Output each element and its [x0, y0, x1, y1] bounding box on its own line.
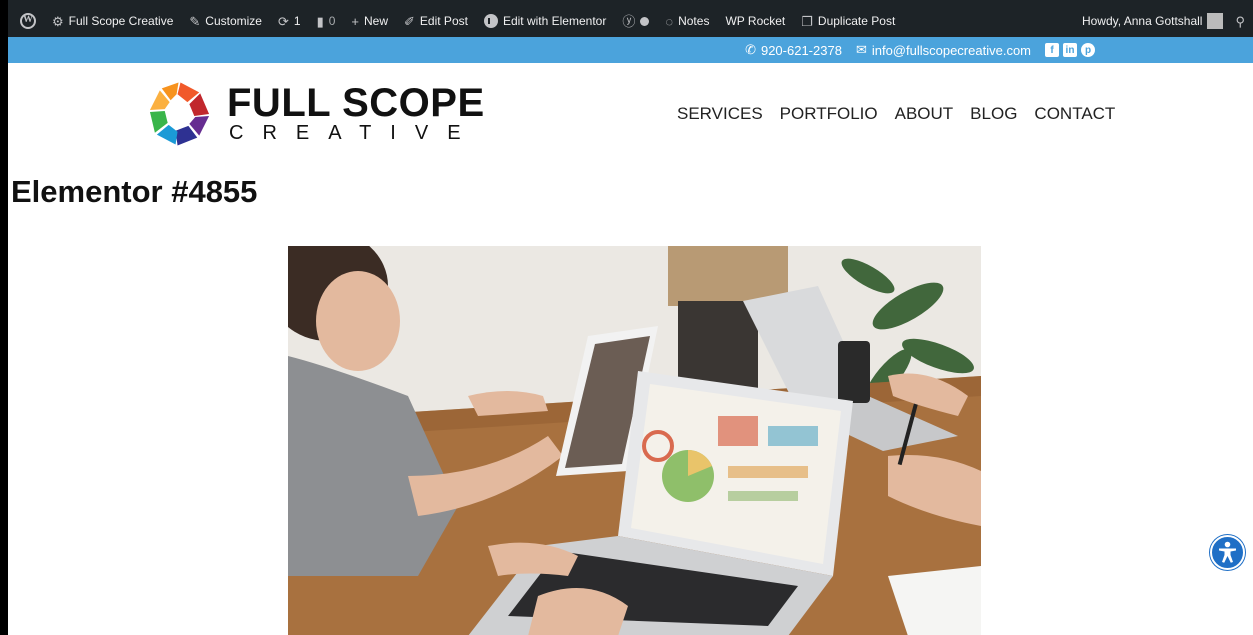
wp-rocket-label: WP Rocket	[725, 14, 786, 28]
wp-rocket-menu[interactable]: WP Rocket	[717, 0, 793, 42]
plus-icon: +	[351, 13, 359, 29]
yoast-menu[interactable]: ⓨ	[614, 0, 657, 42]
social-links: f in p	[1045, 43, 1095, 57]
main-nav: SERVICES PORTFOLIO ABOUT BLOG CONTACT	[677, 104, 1115, 124]
edit-elementor-label: Edit with Elementor	[502, 14, 607, 28]
duplicate-post-link[interactable]: ❐ Duplicate Post	[793, 0, 903, 42]
my-account-menu[interactable]: Howdy, Anna Gottshall	[1074, 0, 1232, 42]
nav-blog[interactable]: BLOG	[970, 104, 1017, 124]
nav-portfolio[interactable]: PORTFOLIO	[780, 104, 878, 124]
admin-search-button[interactable]: ⚲	[1231, 0, 1249, 42]
wordpress-icon	[20, 13, 36, 29]
browser-viewport: ⚙ Full Scope Creative ✎ Customize ⟳ 1 ▮ …	[8, 0, 1253, 635]
elementor-icon	[483, 14, 498, 28]
duplicate-icon: ❐	[801, 13, 813, 29]
linkedin-icon[interactable]: in	[1063, 43, 1077, 57]
nav-about[interactable]: ABOUT	[895, 104, 954, 124]
envelope-icon: ✉	[855, 42, 867, 57]
howdy-label: Howdy, Anna Gottshall	[1081, 14, 1203, 28]
new-content-menu[interactable]: + New	[343, 0, 396, 42]
edit-post-label: Edit Post	[419, 14, 468, 28]
wp-admin-bar: ⚙ Full Scope Creative ✎ Customize ⟳ 1 ▮ …	[8, 0, 1253, 42]
phone-number: 920-621-2378	[760, 42, 842, 58]
search-icon: ⚲	[1235, 13, 1245, 29]
page-title: Elementor #4855	[11, 174, 258, 209]
pinterest-icon[interactable]: p	[1081, 43, 1095, 57]
duplicate-post-label: Duplicate Post	[817, 14, 896, 28]
customize-label: Customize	[205, 14, 262, 28]
avatar	[1207, 13, 1224, 29]
facebook-icon[interactable]: f	[1045, 43, 1059, 57]
edit-post-link[interactable]: ✐ Edit Post	[396, 0, 476, 42]
refresh-icon: ⟳	[277, 13, 289, 29]
seo-status-dot-icon	[640, 16, 650, 26]
comments-link[interactable]: ▮ 0	[309, 0, 344, 42]
notes-label: Notes	[678, 14, 710, 28]
contact-bar: ✆ 920-621-2378 ✉ info@fullscopecreative.…	[8, 37, 1253, 63]
palette-icon: ⚙	[52, 13, 64, 29]
accessibility-icon	[1219, 541, 1236, 563]
edit-with-elementor-link[interactable]: Edit with Elementor	[476, 0, 614, 42]
pencil-icon: ✐	[404, 13, 415, 29]
logo-line-2: CREATIVE	[229, 122, 480, 144]
site-name-menu[interactable]: ⚙ Full Scope Creative	[44, 0, 181, 42]
logo-line-1: FULL SCOPE	[227, 81, 485, 125]
updates-link[interactable]: ⟳ 1	[270, 0, 309, 42]
wp-logo-menu[interactable]	[12, 0, 44, 42]
brush-icon: ✎	[189, 13, 201, 29]
accessibility-button[interactable]	[1210, 535, 1245, 570]
comment-icon: ▮	[316, 13, 324, 29]
comments-count: 0	[328, 14, 336, 28]
hero-image	[288, 246, 981, 635]
logo-mark-icon	[149, 82, 210, 146]
email-address: info@fullscopecreative.com	[871, 42, 1031, 58]
phone-icon: ✆	[745, 42, 756, 57]
site-name-label: Full Scope Creative	[68, 14, 174, 28]
phone-link[interactable]: ✆ 920-621-2378	[745, 42, 842, 58]
new-label: New	[364, 14, 389, 28]
speech-bubble-icon: ◌	[665, 13, 674, 29]
customize-link[interactable]: ✎ Customize	[181, 0, 270, 42]
updates-count: 1	[293, 14, 301, 28]
notes-link[interactable]: ◌ Notes	[657, 0, 717, 42]
nav-services[interactable]: SERVICES	[677, 104, 763, 124]
yoast-icon: ⓨ	[622, 13, 636, 29]
email-link[interactable]: ✉ info@fullscopecreative.com	[856, 42, 1031, 58]
nav-contact[interactable]: CONTACT	[1034, 104, 1115, 124]
site-logo[interactable]: FULL SCOPE CREATIVE	[148, 80, 485, 148]
